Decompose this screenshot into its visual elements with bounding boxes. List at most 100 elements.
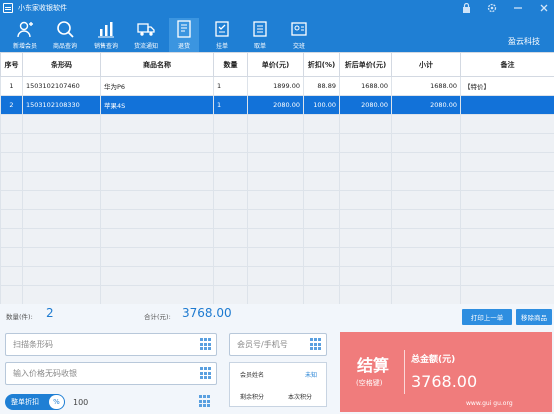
table-header-row: 序号 条形码 商品名称 数量 单价(元) 折扣(%) 折后单价(元) 小计 备注 [0, 52, 554, 77]
empty-row [0, 209, 554, 229]
order-discount-row: 整单折扣 % 100 [5, 392, 210, 412]
person-add-icon [17, 21, 33, 38]
cell-quantity[interactable]: 1 [213, 76, 248, 96]
price-no-barcode-input[interactable]: 输入价格无码收银 [5, 362, 217, 385]
search-icon [57, 21, 74, 38]
member-info-panel: 会员姓名 未知 剩余积分 本次积分 [229, 362, 327, 407]
cell-discount: 88.89 [303, 76, 340, 96]
grand-total-value: 3768.00 [411, 372, 478, 391]
watermark-text: www.gui gu.org [466, 400, 513, 407]
cell-subtotal: 1688.00 [391, 76, 461, 96]
brand-name: 盈云科技 [508, 37, 540, 46]
total-value: 3768.00 [182, 306, 232, 320]
empty-row [0, 266, 554, 286]
cell-subtotal: 2080.00 [391, 95, 461, 115]
empty-row [0, 190, 554, 210]
close-icon[interactable] [538, 2, 550, 14]
scan-grid-icon [310, 338, 322, 351]
cell-discount: 100.00 [303, 95, 340, 115]
order-discount-value[interactable]: 100 [73, 398, 88, 407]
toolbar-return-label: 退货 [177, 43, 190, 50]
table-row[interactable]: 1 1503102107460 华为P6 1 1899.00 88.89 168… [0, 76, 554, 96]
cell-index: 1 [0, 76, 23, 96]
order-discount-toggle[interactable]: 整单折扣 % [5, 394, 65, 410]
empty-row [0, 228, 554, 248]
barcode-placeholder: 扫描条形码 [13, 340, 53, 349]
table-row-selected[interactable]: 2 1503102108330 苹果4S 1 2080.00 100.00 20… [0, 95, 554, 115]
scan-grid-icon [199, 395, 211, 408]
return-document-icon [177, 20, 191, 38]
cart-table: 序号 条形码 商品名称 数量 单价(元) 折扣(%) 折后单价(元) 小计 备注… [0, 52, 554, 304]
cell-unit-price: 2080.00 [247, 95, 304, 115]
checkout-hint: (空格键) [356, 379, 383, 387]
app-title: 小东家收银软件 [18, 4, 67, 12]
grand-total-label: 总金额(元) [411, 355, 456, 365]
cell-product-name: 苹果4S [100, 95, 214, 115]
col-header-quantity[interactable]: 数量 [213, 52, 248, 77]
col-header-barcode[interactable]: 条形码 [22, 52, 101, 77]
toolbar-add-member-button[interactable]: 新增会员 [10, 18, 40, 52]
empty-row [0, 247, 554, 267]
barcode-scan-input[interactable]: 扫描条形码 [5, 333, 217, 356]
cell-barcode: 1503102107460 [22, 76, 101, 96]
toolbar-product-search-label: 商品查询 [52, 43, 77, 50]
total-label: 合计(元): [144, 313, 171, 321]
app-logo-icon [3, 3, 13, 13]
empty-row [0, 114, 554, 134]
quantity-value: 2 [46, 306, 54, 320]
toolbar-shift-change-button[interactable]: 交班 [284, 18, 314, 52]
toolbar-retrieve-order-label: 取单 [253, 43, 266, 50]
member-name-label: 会员姓名 [240, 372, 265, 379]
toolbar: 新增会员 商品查询 销售查询 货流通知 退货 挂单 取单 交班 盈云科技 [0, 16, 554, 52]
col-header-index[interactable]: 序号 [0, 52, 23, 77]
cell-discounted-price: 2080.00 [339, 95, 392, 115]
toolbar-hang-order-label: 挂单 [215, 43, 228, 50]
percent-badge: % [49, 395, 64, 409]
cell-remark [460, 95, 554, 115]
toolbar-shift-change-label: 交班 [292, 43, 305, 50]
shift-change-icon [291, 22, 307, 36]
col-header-remark[interactable]: 备注 [460, 52, 554, 77]
toolbar-hang-order-button[interactable]: 挂单 [207, 18, 237, 52]
remaining-points-label: 剩余积分 [240, 394, 265, 401]
remove-item-button[interactable]: 移除商品 [516, 309, 552, 325]
summary-bar: 数量(件): 2 合计(元): 3768.00 打印上一单 移除商品 [0, 304, 554, 326]
col-header-subtotal[interactable]: 小计 [391, 52, 461, 77]
toolbar-add-member-label: 新增会员 [12, 43, 37, 50]
lock-icon[interactable] [460, 2, 472, 14]
toolbar-retrieve-order-button[interactable]: 取单 [245, 18, 275, 52]
title-bar: 小东家收银软件 [0, 0, 554, 16]
settings-gear-icon[interactable] [486, 2, 498, 14]
checkout-button[interactable]: 结算 (空格键) 总金额(元) 3768.00 [340, 332, 552, 412]
empty-row [0, 171, 554, 191]
col-header-discounted-price[interactable]: 折后单价(元) [339, 52, 392, 77]
cell-unit-price: 1899.00 [247, 76, 304, 96]
checkout-divider [404, 350, 405, 394]
member-name-value: 未知 [305, 372, 318, 379]
toolbar-product-search-button[interactable]: 商品查询 [50, 18, 80, 52]
col-header-unit-price[interactable]: 单价(元) [247, 52, 304, 77]
order-discount-label: 整单折扣 [11, 398, 39, 406]
empty-row [0, 285, 554, 304]
quantity-label: 数量(件): [6, 313, 33, 321]
bar-chart-icon [98, 22, 114, 38]
cell-product-name: 华为P6 [100, 76, 214, 96]
cell-quantity[interactable]: 1 [213, 95, 248, 115]
toolbar-freight-notice-label: 货流通知 [133, 43, 158, 50]
member-search-input[interactable]: 会员号/手机号 [229, 333, 327, 356]
toolbar-freight-notice-button[interactable]: 货流通知 [131, 18, 161, 52]
col-header-discount[interactable]: 折扣(%) [303, 52, 340, 77]
col-header-product-name[interactable]: 商品名称 [100, 52, 214, 77]
empty-row [0, 133, 554, 153]
toolbar-sales-query-label: 销售查询 [93, 43, 118, 50]
print-last-order-button[interactable]: 打印上一单 [462, 309, 512, 325]
toolbar-sales-query-button[interactable]: 销售查询 [91, 18, 121, 52]
this-points-label: 本次积分 [288, 394, 313, 401]
checkout-label: 结算 [357, 356, 390, 375]
scan-grid-icon [200, 367, 212, 380]
toolbar-return-button[interactable]: 退货 [169, 18, 199, 52]
retrieve-order-icon [253, 21, 267, 37]
truck-icon [137, 23, 155, 36]
empty-row [0, 152, 554, 172]
minimize-icon[interactable] [512, 2, 524, 14]
